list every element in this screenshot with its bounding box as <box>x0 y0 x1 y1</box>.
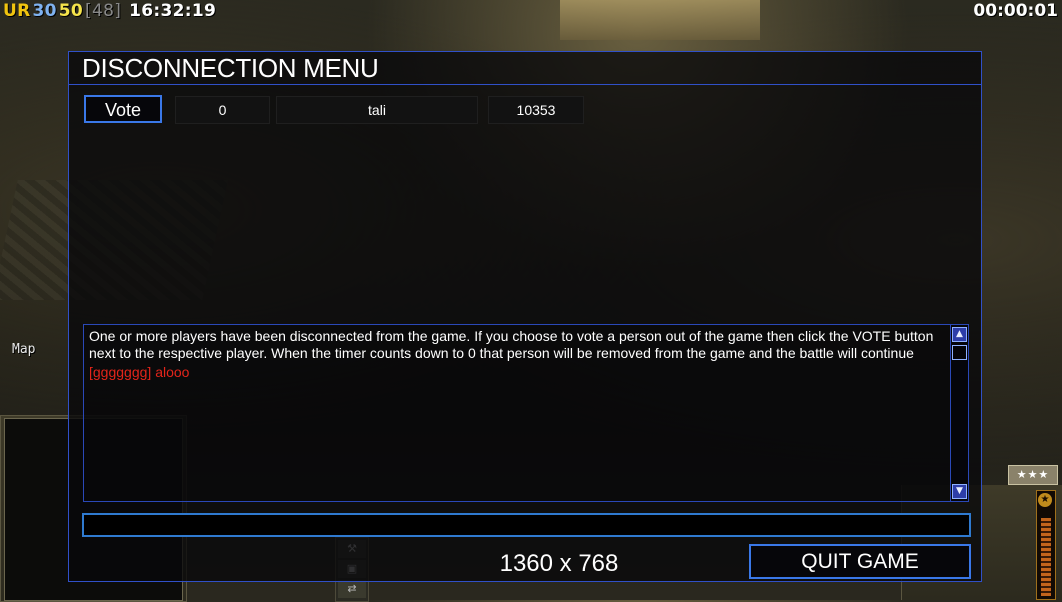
chat-sender: [ggggggg] <box>89 364 152 380</box>
game-timer: 00:00:01 <box>973 1 1058 21</box>
resolution-label: 1360 x 768 <box>499 550 619 577</box>
quit-game-button[interactable]: QUIT GAME <box>749 544 971 579</box>
chat-message: [ggggggg] alooo <box>89 364 942 381</box>
message-log[interactable]: One or more players have been disconnect… <box>83 324 969 502</box>
hud-clock: 16:32:19 <box>129 1 217 21</box>
log-text: One or more players have been disconnect… <box>89 328 942 381</box>
player-name: tali <box>276 96 478 124</box>
system-message: One or more players have been disconnect… <box>89 328 934 361</box>
disconnection-dialog: DISCONNECTION MENU Vote 0 tali 10353 One… <box>68 51 982 582</box>
dialog-title: DISCONNECTION MENU <box>69 52 981 85</box>
player-vote-count: 0 <box>175 96 270 124</box>
chat-text: alooo <box>155 364 190 380</box>
scroll-up-icon[interactable]: ▲ <box>952 327 967 342</box>
chat-input[interactable] <box>82 513 971 537</box>
power-meter: ★ <box>1036 490 1056 600</box>
map-label[interactable]: Map <box>12 342 35 357</box>
rank-badge: ★★★ <box>1008 465 1058 485</box>
sell-icon[interactable]: ⇄ <box>338 580 366 598</box>
scroll-down-icon[interactable]: ▼ <box>952 484 967 499</box>
power-meter-fill <box>1041 518 1051 596</box>
player-timer: 10353 <box>488 96 584 124</box>
vote-button[interactable]: Vote <box>84 95 162 123</box>
terrain-building-top <box>560 0 760 40</box>
hud-value-c: [48] <box>85 1 122 21</box>
hud-value-b: 50 <box>58 1 84 21</box>
hud-faction: UR <box>3 1 31 21</box>
hud-value-a: 30 <box>32 1 57 21</box>
power-star-icon: ★ <box>1038 493 1052 507</box>
hud-stats: UR 30 50 [48] 16:32:19 <box>3 1 218 21</box>
log-scrollbar[interactable]: ▲ ▼ <box>950 325 968 501</box>
scroll-thumb[interactable] <box>952 345 967 360</box>
